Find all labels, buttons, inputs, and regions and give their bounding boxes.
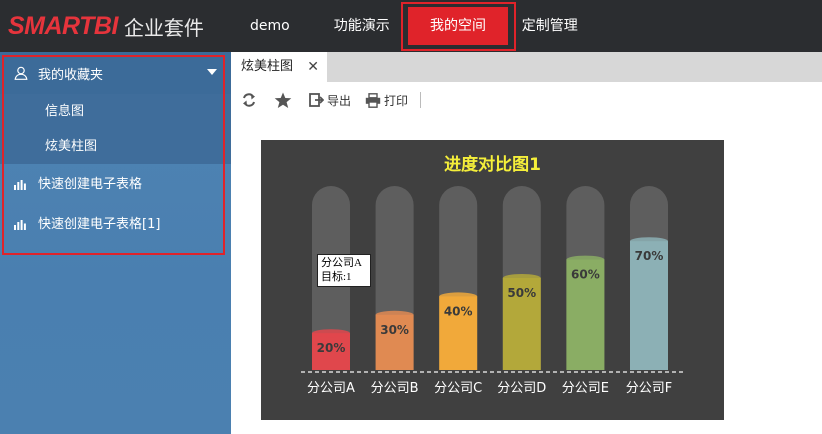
chart-category-label: 分公司A [307, 381, 355, 396]
nav-item-feature-demo[interactable]: 功能演示 [318, 0, 406, 52]
report-toolbar: 导出 打印 [231, 82, 822, 118]
favorites-label: 我的收藏夹 [38, 67, 104, 83]
chevron-down-icon[interactable] [207, 69, 217, 75]
chart-bar-cap [502, 274, 541, 282]
user-icon [14, 66, 28, 80]
chart-bar-cap [566, 255, 605, 264]
export-label: 导出 [327, 93, 352, 108]
chart-value-label: 30% [380, 323, 409, 337]
print-label: 打印 [384, 93, 409, 108]
nav-item-custom-manage[interactable]: 定制管理 [506, 0, 594, 52]
nav-item-my-space[interactable]: 我的空间 [408, 7, 508, 45]
toolbar-divider [420, 92, 422, 108]
favorite-button[interactable] [274, 92, 295, 109]
close-icon[interactable]: ✕ [307, 52, 319, 82]
bar-chart-icon [14, 220, 26, 230]
chart-bar-cap [439, 292, 478, 301]
brand-subtitle: 企业套件 [123, 15, 204, 40]
chart-value-label: 20% [317, 341, 346, 355]
tooltip-target: 目标:1 [321, 271, 352, 283]
brand-name: SMARTBI [8, 11, 118, 40]
chart-title: 进度对比图1 [444, 154, 541, 175]
chart-value-label: 70% [635, 249, 664, 263]
export-icon [309, 93, 324, 107]
tab-strip: 炫美柱图 ✕ [231, 52, 822, 82]
sidebar-item-infographic[interactable]: 信息图 [0, 94, 231, 130]
chart-bar-cap [312, 329, 350, 338]
sidebar-item-label: 快速创建电子表格 [38, 177, 143, 192]
star-icon [274, 92, 292, 108]
sidebar-item-quick-sheet-1[interactable]: 快速创建电子表格[1] [0, 205, 231, 245]
sidebar-item-label: 快速创建电子表格[1] [38, 217, 161, 232]
export-button[interactable]: 导出 [309, 92, 351, 109]
printer-icon [365, 92, 381, 108]
chart-tooltip: 分公司A 目标:1 [317, 254, 371, 287]
chart-bar-cap [375, 310, 414, 319]
chart-value-label: 60% [571, 268, 600, 282]
sidebar-item-quick-sheet[interactable]: 快速创建电子表格 [0, 165, 231, 205]
chart-category-label: 分公司F [626, 381, 672, 396]
chart-category-label: 分公司E [562, 381, 609, 396]
chart-category-label: 分公司C [434, 381, 482, 396]
print-button[interactable]: 打印 [365, 92, 408, 109]
tab-fancy-bar[interactable]: 炫美柱图 ✕ [231, 52, 327, 82]
chart-bar-cap [630, 237, 668, 246]
nav-item-demo[interactable]: demo [234, 0, 306, 52]
refresh-icon [243, 93, 255, 107]
tab-label: 炫美柱图 [241, 59, 294, 74]
chart-category-label: 分公司B [371, 381, 419, 396]
refresh-button[interactable] [241, 92, 260, 108]
sidebar-item-fancy-bar[interactable]: 炫美柱图 [0, 130, 231, 164]
chart-category-label: 分公司D [497, 381, 546, 396]
bar-chart-icon [14, 180, 26, 190]
favorites-header[interactable]: 我的收藏夹 [0, 52, 231, 94]
tooltip-title: 分公司A [321, 257, 362, 269]
chart-value-label: 40% [444, 304, 473, 318]
chart-value-label: 50% [507, 286, 536, 300]
brand-logo: SMARTBI 企业套件 [8, 8, 204, 44]
